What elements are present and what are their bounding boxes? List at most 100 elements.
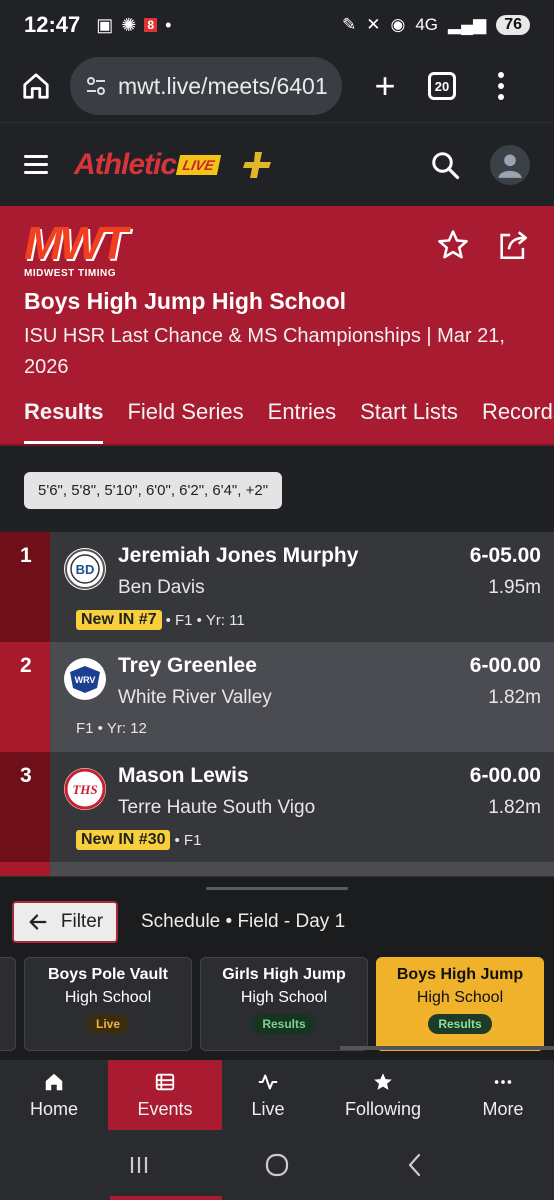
result-mark: 6-05.00 — [469, 544, 541, 567]
search-icon[interactable] — [430, 150, 460, 180]
address-bar[interactable]: mwt.live/meets/6401 — [70, 57, 342, 115]
athlete-name[interactable]: Mason Lewis — [118, 764, 249, 788]
athletic-live-logo[interactable]: Athletic LIVE — [74, 147, 222, 182]
event-status-badge: Live — [85, 1014, 130, 1034]
nav-label: Following — [344, 1098, 422, 1119]
event-card[interactable]: Boys Pole Vault High School Live — [24, 957, 192, 1051]
result-mark: 6-00.00 — [469, 764, 541, 787]
tab-switcher-button[interactable]: 20 — [428, 72, 456, 100]
hotspot-icon: ◉ — [390, 15, 406, 34]
status-bar: 12:47 ▣ ✺ 8 • ✎ ✕ ◉ 4G ▂▄▆ 76 — [0, 0, 554, 50]
tab-start-lists[interactable]: Start Lists — [360, 399, 458, 444]
signal-icon: ▂▄▆ — [448, 15, 487, 34]
event-status-badge: Results — [428, 1014, 492, 1034]
school-name: Terre Haute South Vigo — [118, 797, 316, 818]
hamburger-menu-icon[interactable] — [24, 155, 48, 174]
nav-label: Live — [251, 1098, 285, 1119]
screenshot-icon: ▣ — [96, 14, 114, 35]
new-tab-button[interactable]: + — [368, 65, 402, 106]
meta-text: F1 • Yr: 12 — [76, 720, 147, 737]
event-card-division: High School — [416, 989, 504, 1006]
account-avatar[interactable] — [490, 144, 530, 185]
list-icon — [155, 1073, 175, 1090]
system-icons: ✎ ✕ ◉ 4G ▂▄▆ 76 — [342, 15, 530, 35]
nav-following[interactable]: Following — [314, 1060, 452, 1130]
event-status-badge: Results — [252, 1014, 316, 1034]
result-row[interactable]: 1 BD Jeremiah Jones Murphy Ben Davis 6-0… — [0, 532, 554, 642]
bottom-navigation: Home Events Live Following More — [0, 1060, 554, 1130]
white-river-valley-logo-icon: WRV — [65, 659, 105, 699]
event-schedule-sheet: Filter Schedule • Field - Day 1 Boys Pol… — [0, 876, 554, 1060]
user-icon — [498, 154, 522, 178]
nav-live[interactable]: Live — [222, 1060, 314, 1130]
star-icon — [374, 1072, 392, 1090]
banner-actions — [436, 228, 530, 262]
svg-text:WRV: WRV — [75, 675, 96, 685]
school-logo: THS — [64, 768, 106, 810]
place-number: 2 — [0, 642, 50, 752]
result-metric: 1.82m — [488, 797, 541, 818]
timer-name: MIDWEST TIMING — [24, 268, 116, 279]
results-panel: 5'6", 5'8", 5'10", 6'0", 6'2", 6'4", +2"… — [0, 446, 554, 882]
url-text[interactable]: mwt.live/meets/6401 — [118, 73, 328, 100]
favorite-star-icon[interactable] — [436, 228, 470, 262]
carousel-scrollbar[interactable] — [340, 1046, 554, 1050]
athlete-name[interactable]: Jeremiah Jones Murphy — [118, 544, 358, 568]
tab-entries[interactable]: Entries — [268, 399, 336, 444]
tab-records[interactable]: Records — [482, 399, 554, 444]
system-home-icon[interactable] — [263, 1151, 291, 1179]
filter-button[interactable]: Filter — [12, 901, 118, 943]
nav-events[interactable]: Events — [108, 1060, 222, 1130]
meta-text: • F1 — [174, 831, 202, 849]
results-list: 1 BD Jeremiah Jones Murphy Ben Davis 6-0… — [0, 532, 554, 882]
tab-field-series[interactable]: Field Series — [127, 399, 243, 444]
school-logo: BD — [64, 548, 106, 590]
result-row[interactable]: 3 THS Mason Lewis Terre Haute South Vigo… — [0, 752, 554, 862]
event-carousel[interactable]: Boys Pole Vault High School Live Girls H… — [0, 957, 554, 1051]
athletic-plus-icon[interactable] — [243, 150, 273, 180]
state-rank-badge: New IN #7 — [76, 610, 162, 630]
state-rank-badge: New IN #30 — [76, 830, 171, 850]
home-icon — [45, 1073, 63, 1090]
clock: 12:47 — [24, 12, 81, 37]
nav-label: More — [482, 1098, 524, 1119]
plus-icon: + — [374, 65, 396, 106]
event-card-division: High School — [64, 989, 152, 1006]
brand-badge: LIVE — [175, 154, 222, 175]
result-mark: 6-00.00 — [469, 654, 541, 677]
heights-chip[interactable]: 5'6", 5'8", 5'10", 6'0", 6'2", 6'4", +2" — [24, 472, 283, 509]
arrow-left-icon — [29, 914, 47, 930]
place-number: 3 — [0, 752, 50, 862]
tab-results[interactable]: Results — [24, 399, 104, 444]
brand-text: Athletic — [74, 147, 177, 181]
result-meta: F1 • Yr: 12 — [76, 720, 147, 737]
more-dots-icon — [494, 1079, 512, 1084]
meet-banner: MWT MIDWEST TIMING Boys High Jump High S… — [0, 206, 554, 446]
nav-more[interactable]: More — [452, 1060, 554, 1130]
ben-davis-logo-icon: BD — [65, 549, 105, 589]
result-metric: 1.95m — [488, 577, 541, 598]
timer-logo-letters: MWT — [24, 217, 128, 269]
event-card-partial[interactable] — [0, 957, 16, 1051]
app-notification-icon: 8 — [144, 18, 158, 32]
event-card-selected[interactable]: Boys High Jump High School Results — [376, 957, 544, 1051]
schedule-label: Schedule • Field - Day 1 — [141, 911, 346, 932]
athlete-name[interactable]: Trey Greenlee — [118, 654, 257, 678]
browser-menu-button[interactable] — [496, 72, 506, 100]
school-logo: WRV — [64, 658, 106, 700]
event-card-title: Boys Pole Vault — [47, 966, 169, 983]
vibrate-off-icon: ✕ — [366, 15, 381, 34]
system-navigation-bar — [0, 1130, 554, 1200]
terre-haute-south-logo-icon: THS — [64, 768, 106, 810]
result-row[interactable]: 2 WRV Trey Greenlee White River Valley 6… — [0, 642, 554, 752]
browser-toolbar: mwt.live/meets/6401 + 20 — [0, 50, 554, 122]
back-icon[interactable] — [401, 1151, 429, 1179]
result-meta: New IN #7 • F1 • Yr: 11 — [76, 610, 245, 630]
sheet-drag-handle[interactable] — [206, 887, 348, 890]
recent-apps-icon[interactable] — [125, 1151, 153, 1179]
nav-home[interactable]: Home — [0, 1060, 108, 1130]
share-icon[interactable] — [496, 228, 530, 262]
site-settings-icon[interactable] — [84, 74, 108, 98]
event-card[interactable]: Girls High Jump High School Results — [200, 957, 368, 1051]
browser-home-button[interactable] — [18, 68, 54, 104]
